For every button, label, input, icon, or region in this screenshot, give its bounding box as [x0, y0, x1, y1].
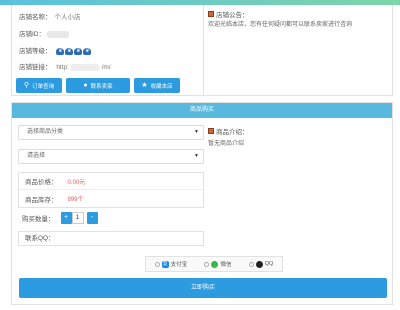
category-select[interactable]: 选择商品分类 ▼ [18, 125, 204, 140]
radio-button[interactable] [248, 261, 254, 267]
pay-option-label: QQ [264, 261, 274, 267]
collect-shop-label: 收藏本店 [150, 83, 173, 90]
shop-level-crowns: ♛ ♛ ♛ ♛ [56, 47, 92, 55]
quantity-input[interactable]: 1 [71, 211, 84, 224]
order-query-label: 订单查询 [32, 83, 55, 90]
quantity-label: 购买数量： [22, 215, 55, 223]
quantity-increase-button[interactable]: + [60, 211, 72, 224]
notice-title-text: 店铺公告： [216, 12, 249, 19]
goods-info: 商品介绍： 暂无商品介绍 [208, 126, 388, 147]
notice-text: 欢迎光临本店，您有任何疑问都可以联系卖家进行咨询 [208, 22, 353, 28]
shop-id-redacted [47, 30, 69, 38]
shop-level-row: 店铺等级： ♛ ♛ ♛ ♛ [19, 45, 92, 55]
notice-icon [208, 11, 214, 17]
wechat-icon [211, 260, 219, 268]
quantity-decrease-button[interactable]: - [86, 211, 98, 224]
shop-action-buttons: ⚲ 订单查询 ● 联系卖家 ★ 收藏本店 [16, 78, 180, 93]
goods-text: 暂无商品介绍 [208, 141, 245, 147]
price-row: 商品价格： 0.00元 [19, 173, 203, 190]
search-icon: ⚲ [23, 82, 30, 89]
crown-icon: ♛ [83, 47, 92, 55]
contact-seller-button[interactable]: ● 联系卖家 [66, 78, 130, 93]
shop-name-row: 店铺名称： 个人小店 [19, 11, 81, 21]
shop-name-value: 个人小店 [54, 14, 81, 21]
pay-option-alipay[interactable]: 支 支付宝 [154, 260, 188, 268]
qq-icon: ● [83, 82, 88, 89]
order-panel-header: 商品购买 [12, 103, 392, 118]
price-label: 商品价格： [25, 179, 58, 186]
pay-option-wechat[interactable]: 微信 [204, 260, 231, 268]
shop-info-panel: 店铺名称： 个人小店 店铺ID： 店铺等级： ♛ ♛ ♛ ♛ 店铺链接： http… [11, 5, 393, 96]
shop-url-prefix: http: [56, 64, 69, 71]
pay-option-label: 微信 [220, 262, 232, 268]
qq-label: 联系QQ： [25, 235, 55, 242]
star-icon: ★ [141, 82, 148, 89]
radio-button[interactable] [204, 261, 210, 267]
order-panel: 商品购买 选择商品分类 ▼ 请选择 ▼ 商品价格： 0.00元 商品库存： 99… [11, 102, 393, 305]
notice-title: 店铺公告： [208, 9, 392, 19]
payment-methods: 支 支付宝 微信 QQ [145, 256, 283, 272]
crown-icon: ♛ [74, 47, 83, 55]
product-select[interactable]: 请选择 ▼ [18, 149, 204, 164]
pay-option-label: 支付宝 [170, 262, 188, 268]
goods-title: 商品介绍： [208, 126, 388, 136]
pay-option-qq[interactable]: QQ [248, 260, 274, 268]
shop-url-redacted [70, 63, 99, 71]
shop-name-label: 店铺名称： [19, 14, 52, 21]
order-query-button[interactable]: ⚲ 订单查询 [16, 78, 62, 93]
shop-id-row: 店铺ID： [19, 28, 69, 38]
stock-value: 999个 [67, 197, 84, 203]
crown-icon: ♛ [56, 47, 65, 55]
qq-icon [255, 260, 263, 268]
collect-shop-button[interactable]: ★ 收藏本店 [134, 78, 180, 93]
goods-icon [208, 128, 214, 134]
chevron-down-icon: ▼ [194, 129, 199, 135]
buy-now-button[interactable]: 立即购买 [19, 278, 387, 298]
price-value: 0.00元 [67, 179, 86, 186]
stock-label: 商品库存： [25, 196, 58, 204]
shop-id-label: 店铺ID： [19, 31, 45, 38]
shop-notice: 店铺公告： 欢迎光临本店，您有任何疑问都可以联系卖家进行咨询 [208, 9, 392, 29]
contact-seller-label: 联系卖家 [90, 83, 113, 90]
crown-icon: ♛ [65, 47, 74, 55]
chevron-down-icon: ▼ [194, 153, 199, 159]
quantity-row: 购买数量： + 1 - [18, 209, 204, 226]
shop-level-label: 店铺等级： [19, 48, 52, 55]
shop-url-suffix: /m/ [101, 64, 111, 71]
qq-field[interactable]: 联系QQ： [18, 231, 204, 246]
shop-info-left: 店铺名称： 个人小店 店铺ID： 店铺等级： ♛ ♛ ♛ ♛ 店铺链接： http… [12, 5, 204, 95]
goods-title-text: 商品介绍： [216, 129, 249, 136]
product-select-value: 请选择 [27, 153, 46, 159]
price-stock-box: 商品价格： 0.00元 商品库存： 999个 [18, 172, 204, 208]
shop-url-label: 店铺链接： [19, 64, 52, 71]
radio-button[interactable] [154, 261, 160, 267]
category-select-value: 选择商品分类 [27, 129, 64, 135]
shop-url-row: 店铺链接： http: /m/ [19, 61, 111, 71]
stock-row: 商品库存： 999个 [19, 190, 203, 207]
alipay-icon: 支 [161, 260, 169, 268]
